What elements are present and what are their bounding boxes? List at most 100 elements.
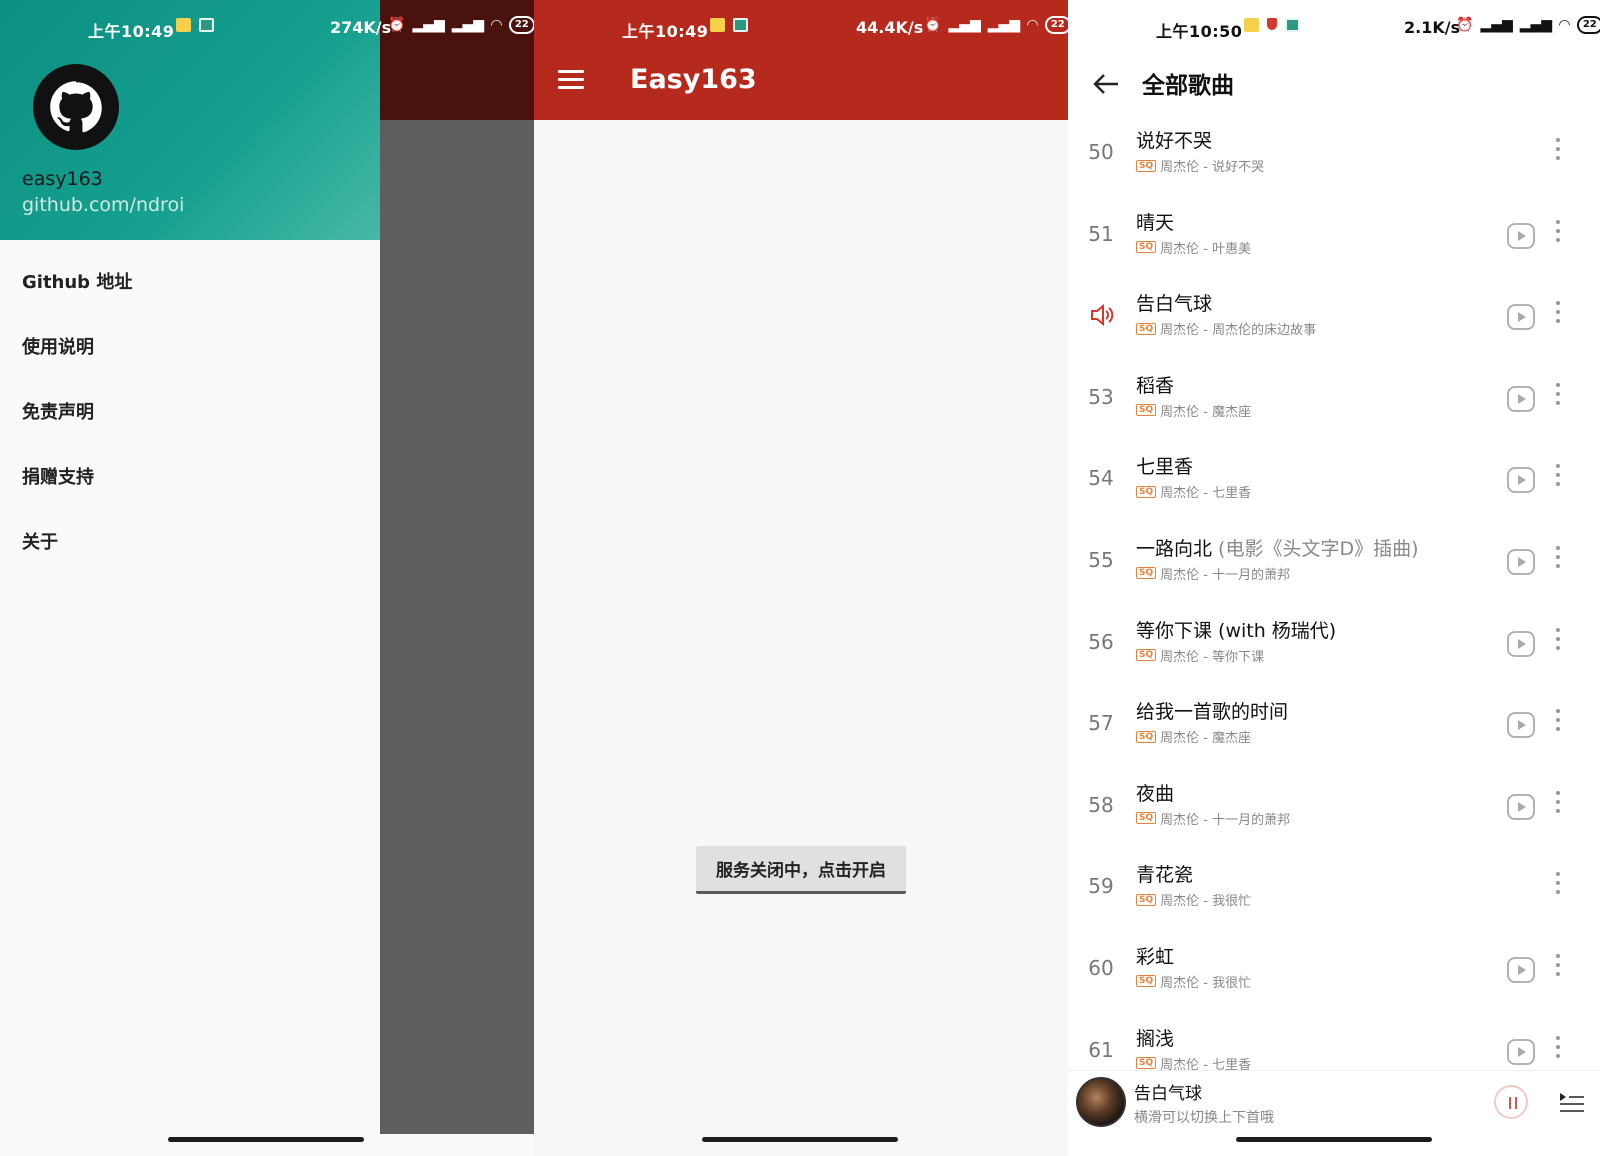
song-subtitle: SQ 周杰伦 - 魔杰座 bbox=[1136, 727, 1251, 746]
play-video-icon[interactable] bbox=[1506, 302, 1536, 332]
battery-icon: 22 bbox=[508, 16, 534, 34]
sq-quality-badge: SQ bbox=[1136, 404, 1157, 417]
android-icon bbox=[733, 18, 748, 32]
github-octocat-icon bbox=[33, 64, 119, 150]
app-title: Easy163 bbox=[630, 64, 757, 95]
more-vert-icon[interactable] bbox=[1552, 545, 1564, 576]
playlist-icon[interactable] bbox=[1558, 1089, 1586, 1117]
sq-quality-badge: SQ bbox=[1136, 975, 1157, 988]
more-vert-icon[interactable] bbox=[1552, 464, 1564, 494]
home-indicator[interactable] bbox=[168, 1137, 364, 1142]
play-video-icon[interactable] bbox=[1506, 955, 1536, 985]
play-video-icon[interactable] bbox=[1506, 710, 1536, 740]
status-time: 上午10:49 bbox=[622, 22, 709, 41]
song-title-extra: (电影《头文字D》插曲) bbox=[1212, 537, 1419, 560]
play-video-icon[interactable] bbox=[1506, 792, 1536, 822]
album-cover[interactable] bbox=[1076, 1077, 1126, 1127]
song-row[interactable]: 58 夜曲 SQ 周杰伦 - 十一月的萧邦 bbox=[1068, 767, 1600, 849]
back-arrow-icon[interactable] bbox=[1090, 68, 1122, 100]
song-subtitle: SQ 周杰伦 - 叶惠美 bbox=[1136, 238, 1251, 257]
song-number: 55 bbox=[1088, 547, 1114, 572]
navigation-drawer: easy163 github.com/ndroi Github 地址 使用说明 … bbox=[0, 0, 380, 1134]
play-video-icon[interactable] bbox=[1506, 221, 1536, 251]
menu-icon[interactable] bbox=[558, 70, 584, 90]
profile-link[interactable]: github.com/ndroi bbox=[22, 194, 184, 216]
more-vert-icon[interactable] bbox=[1552, 382, 1564, 413]
song-number: 61 bbox=[1088, 1037, 1114, 1062]
mini-player[interactable]: 告白气球 横滑可以切换上下首哦 bbox=[1068, 1070, 1600, 1134]
song-number: 59 bbox=[1088, 874, 1114, 899]
alarm-icon: ⏰ bbox=[924, 17, 942, 33]
song-row[interactable]: 53 稻香 SQ 周杰伦 - 魔杰座 bbox=[1068, 359, 1600, 441]
menu-item-donate[interactable]: 捐赠支持 bbox=[0, 445, 380, 510]
song-row[interactable]: 50 说好不哭 SQ 周杰伦 - 说好不哭 bbox=[1068, 114, 1600, 196]
status-bar: 上午10:50 2.1K/s ⏰ ▂▄▆ ▂▄▆ ◠ 22 bbox=[1068, 0, 1600, 44]
home-indicator[interactable] bbox=[702, 1137, 898, 1142]
home-indicator[interactable] bbox=[1236, 1137, 1432, 1142]
song-title: 说好不哭 bbox=[1136, 126, 1212, 153]
alarm-icon: ⏰ bbox=[1456, 17, 1474, 33]
notification-icon bbox=[710, 18, 725, 32]
alarm-icon: ⏰ bbox=[388, 17, 406, 33]
menu-item-disclaimer[interactable]: 免责声明 bbox=[0, 380, 380, 445]
profile-name: easy163 bbox=[22, 168, 103, 190]
signal-icon: ▂▄▆ bbox=[948, 17, 981, 33]
more-vert-icon[interactable] bbox=[1552, 219, 1564, 250]
song-number: 54 bbox=[1088, 466, 1114, 491]
song-artist-album: 周杰伦 - 魔杰座 bbox=[1160, 731, 1252, 747]
more-vert-icon[interactable] bbox=[1552, 872, 1564, 902]
play-video-icon[interactable] bbox=[1506, 547, 1536, 577]
song-number: 60 bbox=[1088, 955, 1114, 980]
song-subtitle: SQ 周杰伦 - 等你下课 bbox=[1136, 646, 1264, 665]
android-icon bbox=[199, 18, 214, 32]
song-row[interactable]: 55 一路向北 (电影《头文字D》插曲) SQ 周杰伦 - 十一月的萧邦 bbox=[1068, 522, 1600, 604]
notification-icon bbox=[176, 18, 191, 32]
song-title-text: 晴天 bbox=[1136, 211, 1175, 234]
more-vert-icon[interactable] bbox=[1552, 953, 1564, 984]
song-row[interactable]: 59 青花瓷 SQ 周杰伦 - 我很忙 bbox=[1068, 848, 1600, 930]
pause-icon[interactable] bbox=[1494, 1085, 1528, 1119]
song-title-text: 夜曲 bbox=[1136, 782, 1175, 805]
song-row[interactable]: 56 等你下课 (with 杨瑞代) SQ 周杰伦 - 等你下课 bbox=[1068, 604, 1600, 686]
drawer-screen: easy163 github.com/ndroi Github 地址 使用说明 … bbox=[0, 0, 534, 1156]
song-row[interactable]: 57 给我一首歌的时间 SQ 周杰伦 - 魔杰座 bbox=[1068, 685, 1600, 767]
song-title-text: 搁浅 bbox=[1136, 1027, 1175, 1050]
sq-quality-badge: SQ bbox=[1136, 812, 1157, 825]
song-artist-album: 周杰伦 - 周杰伦的床边故事 bbox=[1160, 323, 1317, 339]
drawer-scrim[interactable] bbox=[380, 0, 534, 1134]
play-video-icon[interactable] bbox=[1506, 384, 1536, 414]
song-artist-album: 周杰伦 - 说好不哭 bbox=[1160, 160, 1265, 175]
more-vert-icon[interactable] bbox=[1552, 790, 1564, 821]
play-video-icon[interactable] bbox=[1506, 629, 1536, 659]
more-vert-icon[interactable] bbox=[1552, 301, 1564, 331]
song-number: 50 bbox=[1088, 140, 1114, 164]
sq-quality-badge: SQ bbox=[1136, 893, 1157, 906]
menu-item-instructions[interactable]: 使用说明 bbox=[0, 315, 380, 380]
play-video-icon[interactable] bbox=[1506, 465, 1536, 495]
song-title-text: 告白气球 bbox=[1136, 293, 1213, 316]
song-row[interactable]: 54 七里香 SQ 周杰伦 - 七里香 bbox=[1068, 440, 1600, 522]
menu-item-about[interactable]: 关于 bbox=[0, 510, 380, 575]
status-time: 上午10:49 bbox=[88, 22, 175, 41]
wifi-icon: ◠ bbox=[491, 17, 502, 33]
song-row[interactable]: 51 晴天 SQ 周杰伦 - 叶惠美 bbox=[1068, 196, 1600, 278]
song-list[interactable]: 50 说好不哭 SQ 周杰伦 - 说好不哭 51 晴天 SQ 周杰伦 - 叶惠美 告白气球 SQ 周… bbox=[1068, 114, 1600, 1093]
more-vert-icon[interactable] bbox=[1552, 138, 1564, 168]
menu-item-github[interactable]: Github 地址 bbox=[0, 250, 380, 315]
play-video-icon[interactable] bbox=[1506, 1037, 1536, 1067]
song-row[interactable]: 60 彩虹 SQ 周杰伦 - 我很忙 bbox=[1068, 930, 1600, 1012]
service-toggle-button[interactable]: 服务关闭中，点击开启 bbox=[696, 846, 906, 894]
song-artist-album: 周杰伦 - 等你下课 bbox=[1160, 649, 1265, 665]
song-title-text: 一路向北 bbox=[1136, 537, 1213, 560]
song-row[interactable]: 告白气球 SQ 周杰伦 - 周杰伦的床边故事 bbox=[1068, 277, 1600, 359]
sq-quality-badge: SQ bbox=[1136, 567, 1157, 580]
more-vert-icon[interactable] bbox=[1552, 709, 1564, 739]
song-artist-album: 周杰伦 - 魔杰座 bbox=[1160, 404, 1252, 420]
sq-quality-badge: SQ bbox=[1136, 322, 1157, 335]
more-vert-icon[interactable] bbox=[1552, 627, 1564, 658]
song-artist-album: 周杰伦 - 我很忙 bbox=[1160, 975, 1252, 991]
song-title: 稻香 bbox=[1136, 371, 1174, 398]
signal-icon: ▂▄▆ bbox=[412, 17, 445, 33]
song-number: 58 bbox=[1088, 792, 1114, 817]
more-vert-icon[interactable] bbox=[1552, 1035, 1564, 1066]
